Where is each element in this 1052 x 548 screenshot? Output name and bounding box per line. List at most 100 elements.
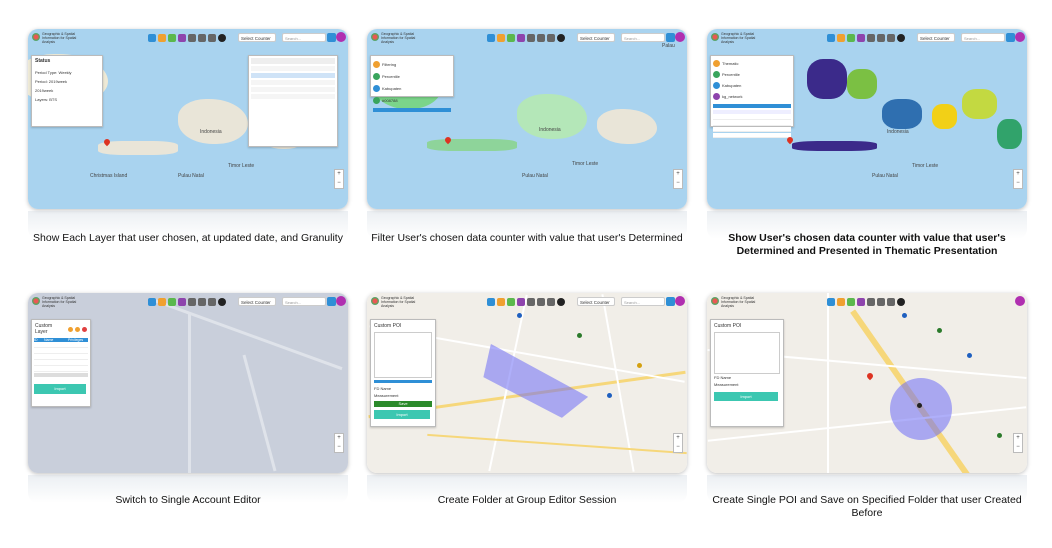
avatar[interactable]: [1015, 32, 1025, 42]
zoom-control[interactable]: + −: [1013, 169, 1023, 189]
poi-marker-icon[interactable]: [607, 393, 612, 398]
toolbar-button[interactable]: [487, 34, 495, 42]
toolbar-button[interactable]: [168, 298, 176, 306]
poi-list[interactable]: [714, 332, 780, 374]
toolbar-button[interactable]: [877, 34, 885, 42]
toolbar-button[interactable]: [218, 298, 226, 306]
poi-marker-icon[interactable]: [917, 403, 922, 408]
screenshot-card-single-account[interactable]: Geographic & Spatial Information for Spa…: [28, 293, 348, 473]
toolbar-button[interactable]: [897, 34, 905, 42]
toolbar-button[interactable]: [857, 298, 865, 306]
zoom-control[interactable]: + −: [334, 169, 344, 189]
search-input[interactable]: Search...: [621, 297, 665, 306]
toolbar-button[interactable]: [887, 34, 895, 42]
screenshot-card-thematic[interactable]: Geographic & Spatial Information for Spa…: [707, 29, 1027, 209]
toolbar-button[interactable]: [517, 298, 525, 306]
counter-dropdown[interactable]: Select Counter: [238, 297, 276, 306]
toolbar-button[interactable]: [208, 34, 216, 42]
toolbar-button[interactable]: [148, 34, 156, 42]
toolbar-button[interactable]: [557, 298, 565, 306]
toolbar-button[interactable]: [827, 34, 835, 42]
counter-dropdown[interactable]: Select Counter: [238, 33, 276, 42]
counter-dropdown[interactable]: Select Counter: [577, 297, 615, 306]
zoom-control[interactable]: + −: [673, 169, 683, 189]
toolbar-button[interactable]: [867, 298, 875, 306]
poi-marker-icon[interactable]: [637, 363, 642, 368]
toolbar-button[interactable]: [547, 34, 555, 42]
toolbar-button[interactable]: [867, 34, 875, 42]
search-input[interactable]: Search...: [282, 33, 326, 42]
toolbar-button[interactable]: [887, 298, 895, 306]
poi-marker-icon[interactable]: [937, 328, 942, 333]
toolbar-button[interactable]: [507, 298, 515, 306]
filter-type[interactable]: Filtering: [382, 62, 396, 67]
search-input[interactable]: Search...: [282, 297, 326, 306]
avatar[interactable]: [1015, 296, 1025, 306]
toolbar-button[interactable]: [178, 298, 186, 306]
toolbar-button[interactable]: [547, 298, 555, 306]
screenshot-card-layer-status[interactable]: Geographic & Spatial Information for Spa…: [28, 29, 348, 209]
toolbar-button[interactable]: [218, 34, 226, 42]
presentation-type[interactable]: Thematic: [722, 61, 738, 66]
filter-color[interactable]: #008788: [382, 98, 398, 103]
method[interactable]: Percentile: [722, 72, 740, 77]
layer[interactable]: Kabupaten: [722, 83, 741, 88]
poi-marker-icon[interactable]: [902, 313, 907, 318]
search-icon[interactable]: [327, 33, 336, 42]
search-input[interactable]: Search...: [621, 33, 665, 42]
avatar[interactable]: [336, 32, 346, 42]
toolbar-button[interactable]: [857, 34, 865, 42]
table-row[interactable]: [34, 343, 88, 348]
screenshot-card-create-folder[interactable]: Geographic & Spatial Information for Spa…: [367, 293, 687, 473]
toolbar-button[interactable]: [497, 298, 505, 306]
counter-dropdown[interactable]: Select Counter: [917, 33, 955, 42]
search-icon[interactable]: [327, 297, 336, 306]
toolbar-button[interactable]: [148, 298, 156, 306]
poi-marker-icon[interactable]: [517, 313, 522, 318]
table-row[interactable]: [34, 361, 88, 366]
counter-dropdown[interactable]: Select Counter: [577, 33, 615, 42]
add-icon[interactable]: [68, 326, 74, 332]
import-button[interactable]: Import: [374, 410, 430, 419]
toolbar-button[interactable]: [847, 298, 855, 306]
avatar[interactable]: [675, 32, 685, 42]
toolbar-button[interactable]: [158, 298, 166, 306]
scrollbar[interactable]: [374, 380, 432, 383]
save-button[interactable]: Save: [374, 401, 432, 407]
search-icon[interactable]: [1006, 33, 1015, 42]
filter-layer[interactable]: Kabupaten: [382, 86, 401, 91]
toolbar-button[interactable]: [188, 34, 196, 42]
import-button[interactable]: Import: [34, 384, 86, 394]
poi-marker-icon[interactable]: [967, 353, 972, 358]
table-row[interactable]: [34, 367, 88, 372]
toolbar-button[interactable]: [527, 298, 535, 306]
poi-marker-icon[interactable]: [997, 433, 1002, 438]
drawn-circle[interactable]: [890, 378, 952, 440]
toolbar-button[interactable]: [198, 34, 206, 42]
avatar[interactable]: [336, 296, 346, 306]
poi-marker-icon[interactable]: [577, 333, 582, 338]
toolbar-button[interactable]: [178, 34, 186, 42]
toolbar-button[interactable]: [837, 34, 845, 42]
avatar[interactable]: [675, 296, 685, 306]
toolbar-button[interactable]: [188, 298, 196, 306]
toolbar-button[interactable]: [557, 34, 565, 42]
toolbar-button[interactable]: [158, 34, 166, 42]
toolbar-button[interactable]: [497, 34, 505, 42]
toolbar-button[interactable]: [208, 298, 216, 306]
import-button[interactable]: Import: [714, 392, 778, 401]
toolbar-button[interactable]: [527, 34, 535, 42]
poi-list[interactable]: [374, 332, 432, 378]
table-row[interactable]: [34, 373, 88, 377]
toolbar-button[interactable]: [847, 34, 855, 42]
toolbar-button[interactable]: [537, 34, 545, 42]
zoom-control[interactable]: + −: [673, 433, 683, 453]
zoom-control[interactable]: + −: [1013, 433, 1023, 453]
filter-method[interactable]: Percentile: [382, 74, 400, 79]
toolbar-button[interactable]: [517, 34, 525, 42]
toolbar-button[interactable]: [827, 298, 835, 306]
search-input[interactable]: Search...: [961, 33, 1005, 42]
toolbar-button[interactable]: [487, 298, 495, 306]
search-icon[interactable]: [666, 297, 675, 306]
table-row[interactable]: [34, 349, 88, 354]
